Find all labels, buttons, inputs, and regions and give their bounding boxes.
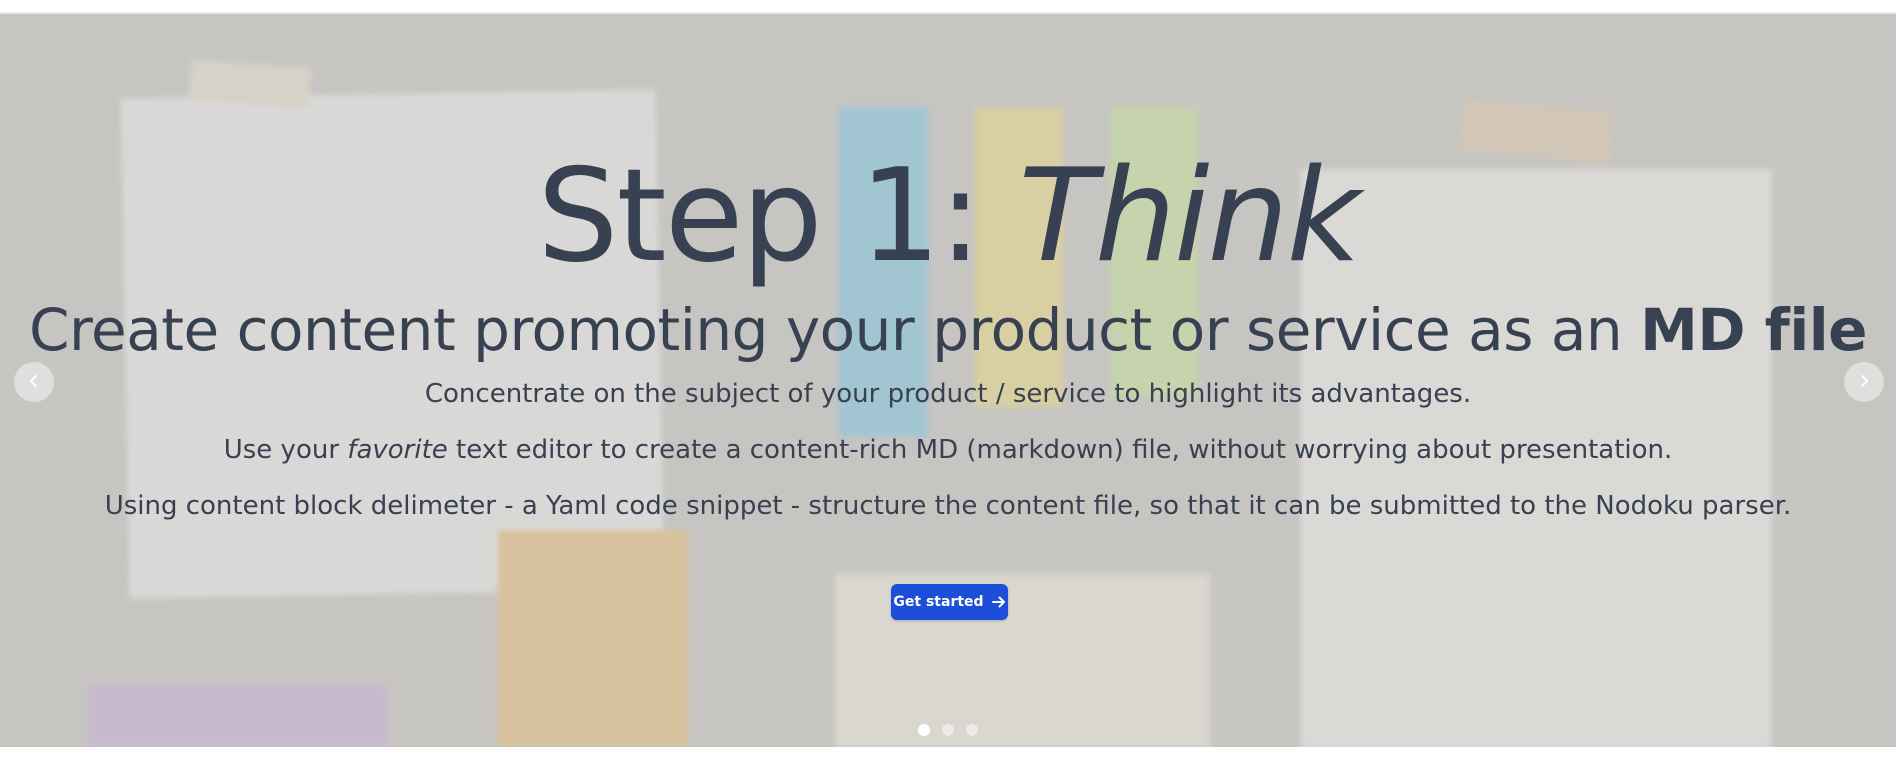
hero-title-prefix: Step 1: [537, 142, 1019, 291]
carousel-prev-button[interactable] [14, 362, 54, 402]
get-started-button[interactable]: Get started [891, 584, 1008, 620]
get-started-label: Get started [893, 594, 984, 610]
hero-carousel: Step 1: Think Create content promoting y… [0, 14, 1896, 747]
hero-content: Step 1: Think Create content promoting y… [0, 14, 1896, 747]
paragraph-2-prefix: Use your [223, 435, 348, 465]
carousel-indicator-2[interactable] [942, 724, 954, 736]
carousel-indicator-3[interactable] [966, 724, 978, 736]
hero-paragraph-1: Concentrate on the subject of your produ… [424, 379, 1472, 409]
carousel-indicators [918, 724, 978, 736]
paragraph-2-suffix: text editor to create a content-rich MD … [447, 435, 1673, 465]
hero-title-emphasis: Think [1018, 142, 1361, 291]
paragraph-2-emphasis: favorite [347, 435, 448, 465]
hero-paragraph-3: Using content block delimeter - a Yaml c… [104, 491, 1792, 521]
hero-subtitle: Create content promoting your product or… [0, 294, 1896, 366]
hero-subtitle-prefix: Create content promoting your product or… [28, 296, 1641, 364]
arrow-right-icon [991, 596, 1006, 608]
hero-subtitle-bold: MD file [1640, 296, 1868, 364]
chevron-right-icon [1857, 373, 1871, 392]
carousel-indicator-1[interactable] [918, 724, 930, 736]
hero-paragraph-2: Use your favorite text editor to create … [0, 432, 1896, 468]
hero-title: Step 1: Think [0, 142, 1896, 292]
chevron-left-icon [27, 373, 41, 392]
carousel-next-button[interactable] [1844, 362, 1884, 402]
